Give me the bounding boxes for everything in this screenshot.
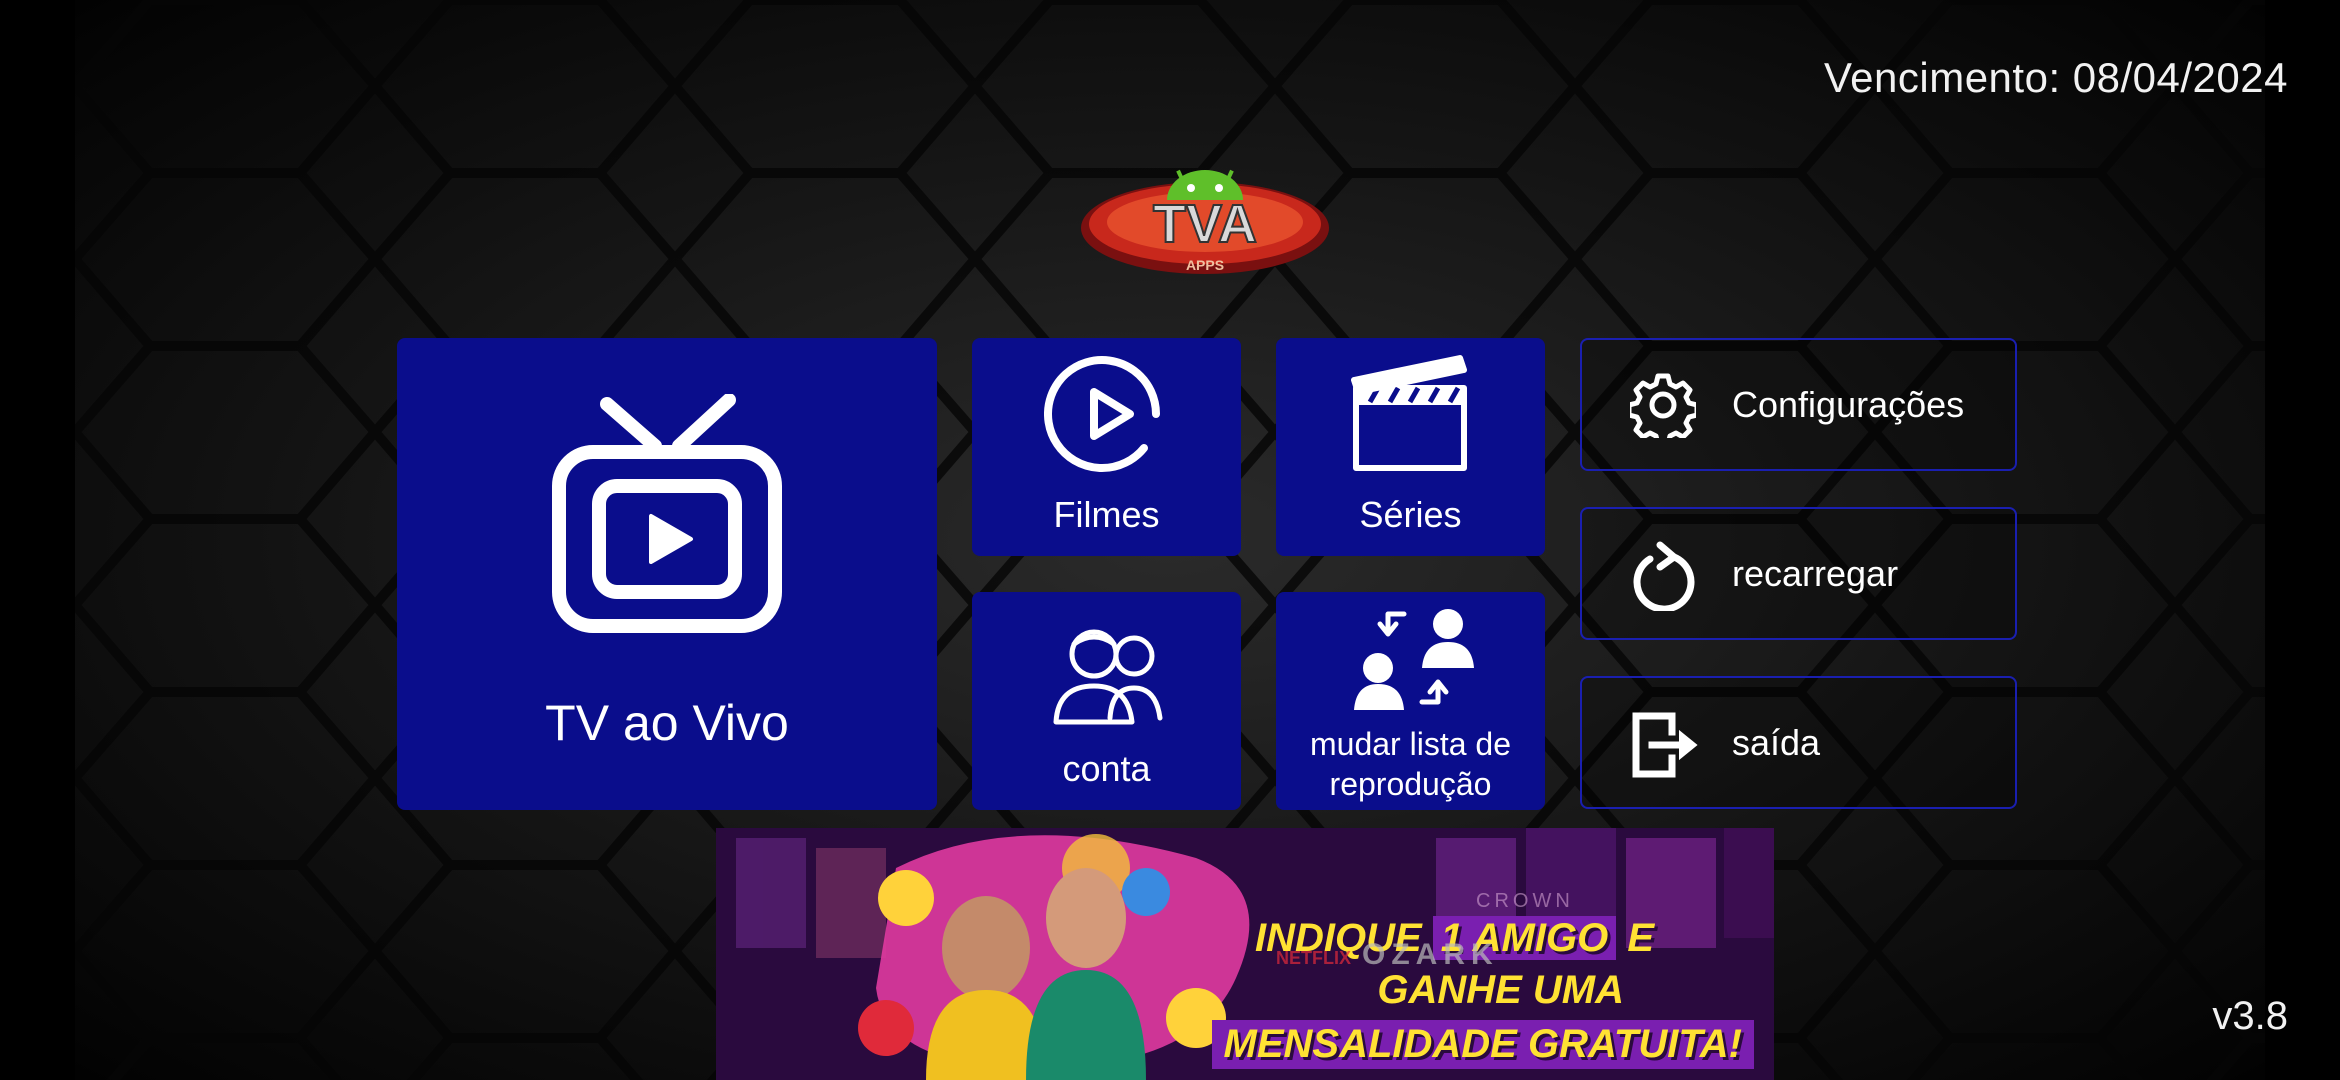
- movies-label: Filmes: [1053, 494, 1160, 535]
- banner-bg-word-crown: CROWN: [1476, 890, 1574, 912]
- tva-apps-logo: TVA APPS: [1075, 150, 1335, 280]
- banner-bg-words: NETFLIX OZARK: [1276, 938, 1499, 971]
- live-tv-label: TV ao Vivo: [545, 695, 789, 751]
- referral-promo-banner[interactable]: INDIQUE 1 AMIGO E GANHE UMA MENSALIDADE …: [716, 828, 1774, 1080]
- refresh-icon: [1633, 541, 1695, 611]
- exit-icon: [1632, 712, 1698, 778]
- exit-label: saída: [1732, 722, 1821, 763]
- clapperboard-icon: [1351, 355, 1467, 471]
- movies-tile[interactable]: Filmes: [972, 338, 1241, 556]
- switch-user-icon: [1354, 609, 1474, 710]
- banner-headline-2: GANHE UMA: [1377, 968, 1624, 1012]
- users-icon: [1053, 629, 1163, 725]
- gear-icon: [1630, 373, 1696, 438]
- reload-label: recarregar: [1732, 553, 1899, 594]
- account-label: conta: [1062, 748, 1151, 789]
- change-playlist-tile[interactable]: mudar lista de reprodução: [1276, 592, 1545, 810]
- account-tile[interactable]: conta: [972, 592, 1241, 810]
- series-tile[interactable]: Séries: [1276, 338, 1545, 556]
- logo-text: TVA: [1153, 194, 1257, 254]
- live-tv-tile[interactable]: TV ao Vivo: [397, 338, 937, 810]
- app-version: v3.8: [2212, 994, 2288, 1038]
- expiry-date: Vencimento: 08/04/2024: [1823, 54, 2288, 101]
- exit-button[interactable]: saída: [1580, 676, 2017, 809]
- play-circle-icon: [1044, 356, 1160, 473]
- settings-button[interactable]: Configurações: [1580, 338, 2017, 471]
- change-playlist-label: mudar lista de reprodução: [1310, 726, 1511, 802]
- tv-play-icon: [552, 394, 782, 633]
- reload-button[interactable]: recarregar: [1580, 507, 2017, 640]
- series-label: Séries: [1359, 494, 1462, 535]
- banner-headline-3: MENSALIDADE GRATUITA!: [1211, 1020, 1754, 1069]
- logo-subtext: APPS: [1186, 257, 1224, 273]
- settings-label: Configurações: [1732, 384, 1965, 425]
